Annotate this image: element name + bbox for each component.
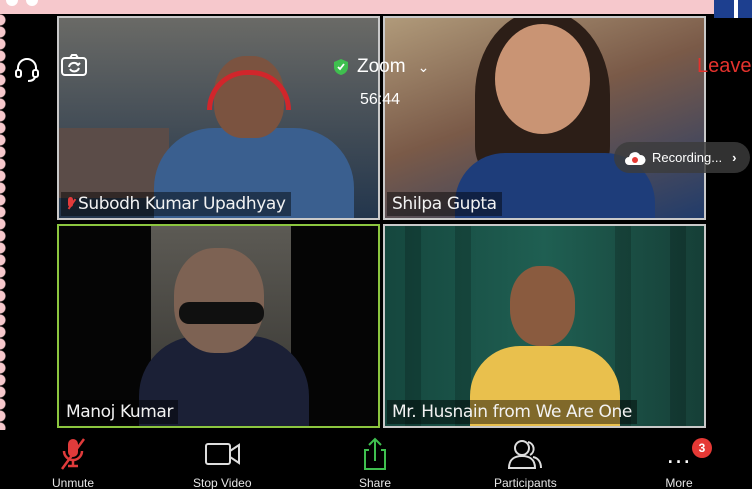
recording-indicator[interactable]: Recording... › xyxy=(614,142,750,173)
participant-video-head xyxy=(495,24,590,134)
recording-label: Recording... xyxy=(652,150,723,165)
chevron-right-icon: › xyxy=(732,150,737,165)
participant-name: Manoj Kumar xyxy=(66,402,174,422)
leave-button[interactable]: Leave xyxy=(697,55,752,78)
meeting-toolbar: Unmute Stop Video Share Participants … 3… xyxy=(0,430,752,489)
meeting-timer: 56:44 xyxy=(360,91,401,108)
participant-name-label: Subodh Kumar Upadhyay xyxy=(61,192,291,216)
share-label: Share xyxy=(358,476,392,489)
decorative-left-edge xyxy=(0,14,10,489)
mic-muted-icon xyxy=(66,197,75,211)
more-button[interactable]: … 3 More xyxy=(659,436,712,489)
unmute-button[interactable]: Unmute xyxy=(52,436,94,489)
participants-label: Participants xyxy=(494,476,557,489)
video-tile-2[interactable]: Shilpa Gupta xyxy=(383,16,706,220)
headset-icon[interactable] xyxy=(14,56,40,82)
chevron-down-icon: ⌄ xyxy=(417,58,430,75)
decorative-corner xyxy=(714,0,752,18)
shield-icon xyxy=(334,59,348,75)
curtain-fold xyxy=(670,226,686,426)
participant-name-label: Mr. Husnain from We Are One xyxy=(387,400,637,424)
decorative-top-strip xyxy=(0,0,752,18)
participants-icon xyxy=(505,436,545,472)
participant-name: Shilpa Gupta xyxy=(392,194,497,214)
video-tile-3-active-speaker[interactable]: Manoj Kumar xyxy=(57,224,380,428)
participant-name: Mr. Husnain from We Are One xyxy=(392,402,632,422)
background-shelf xyxy=(59,128,169,198)
curtain-fold xyxy=(455,226,471,426)
participant-name: Subodh Kumar Upadhyay xyxy=(78,194,286,214)
share-button[interactable]: Share xyxy=(355,436,395,489)
more-label: More xyxy=(665,476,693,489)
participant-name-label: Manoj Kumar xyxy=(61,400,179,424)
unmute-label: Unmute xyxy=(52,476,95,489)
mic-muted-icon xyxy=(53,436,93,472)
meeting-title[interactable]: Zoom ⌄ xyxy=(333,56,429,78)
meeting-title-label: Zoom xyxy=(357,56,406,77)
stop-video-button[interactable]: Stop Video xyxy=(193,436,252,489)
participant-video-head xyxy=(510,266,575,346)
notification-badge: 3 xyxy=(692,438,712,458)
stop-video-label: Stop Video xyxy=(193,476,252,489)
cloud-icon xyxy=(625,151,646,165)
decorative-dot xyxy=(26,0,38,6)
video-camera-icon xyxy=(202,436,242,472)
camera-flip-icon[interactable] xyxy=(60,53,88,77)
decorative-dot xyxy=(6,0,18,6)
curtain-fold xyxy=(405,226,421,426)
share-arrow-icon xyxy=(355,436,395,472)
sunglasses-graphic xyxy=(179,302,264,324)
video-tile-1[interactable]: Subodh Kumar Upadhyay xyxy=(57,16,380,220)
video-tile-4[interactable]: Mr. Husnain from We Are One xyxy=(383,224,706,428)
participants-button[interactable]: Participants xyxy=(494,436,557,489)
participant-video-head xyxy=(174,248,264,353)
participant-name-label: Shilpa Gupta xyxy=(387,192,502,216)
